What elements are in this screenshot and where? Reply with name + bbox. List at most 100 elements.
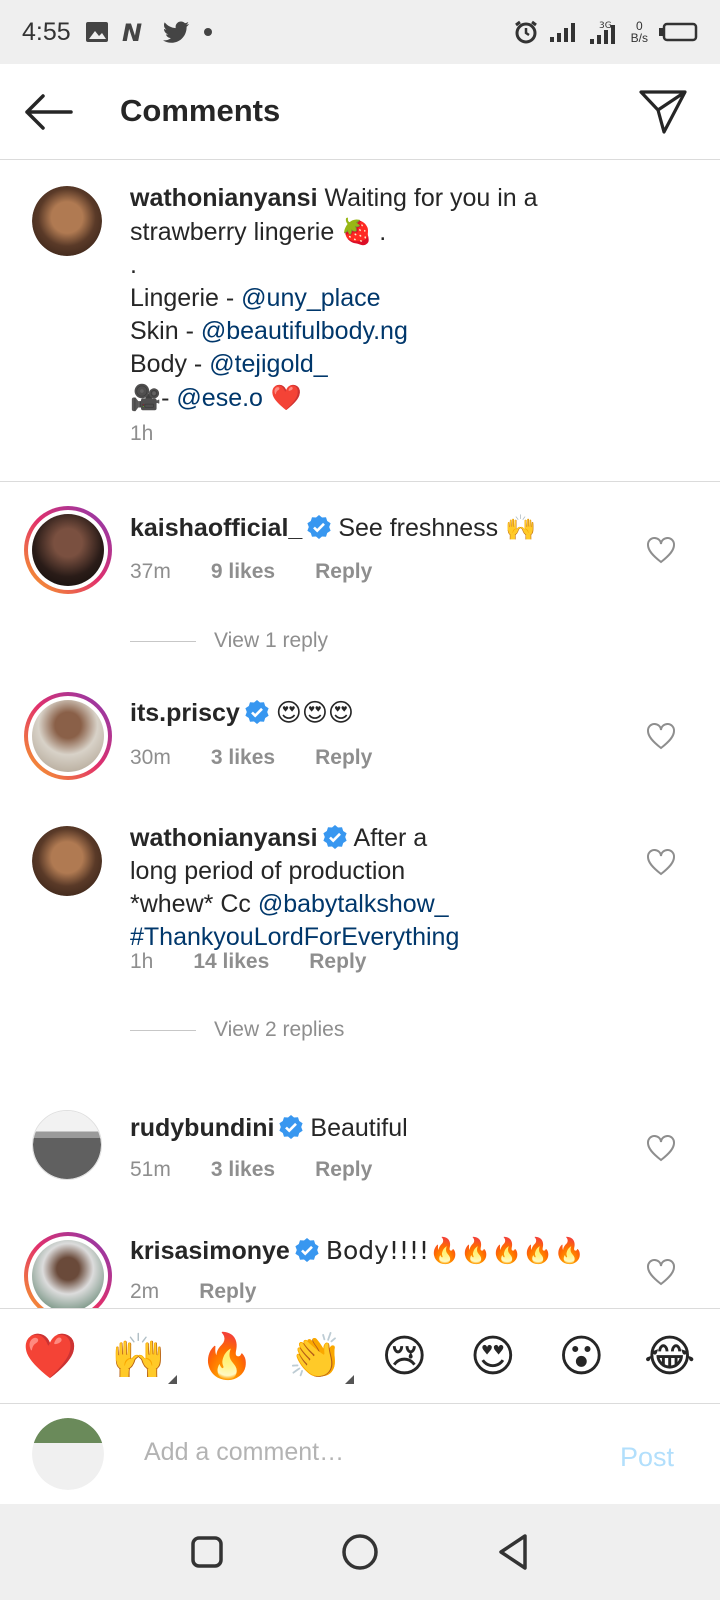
heart-icon[interactable] [646,848,676,876]
avatar-story-ring[interactable] [24,1232,112,1308]
system-nav-bar [0,1504,720,1600]
view-replies-label: View 1 reply [214,629,329,652]
comment-time: 30m [130,746,171,769]
comment-username[interactable]: krisasimonye [130,1237,290,1265]
avatar[interactable] [32,186,102,256]
heart-emoji-button[interactable]: ❤️ [18,1324,82,1388]
avatar-story-ring[interactable] [24,506,112,594]
caption-text: wathonianyansi Waiting for you in a stra… [130,182,600,415]
mention-link[interactable]: @beautifulbody.ng [201,317,408,345]
home-circle-icon [342,1534,378,1570]
share-button[interactable] [636,86,690,138]
net-speed-unit: B/s [630,31,648,45]
comment-item: its.priscy 😍😍😍 30m 3 likes Reply [0,668,720,798]
hashtag-link[interactable]: #ThankyouLordForEverything [130,923,459,951]
verified-badge-icon [307,515,331,539]
caption-after: . [372,218,387,246]
variant-indicator [167,1375,177,1384]
comment-likes[interactable]: 3 likes [211,1158,275,1182]
view-replies-button[interactable]: View 2 replies [130,1018,344,1042]
comment-text: kaishaofficial_ See freshness 🙌 [130,512,630,545]
back-button[interactable] [22,90,74,134]
avatar [32,1240,104,1308]
battery-icon [658,22,698,42]
signal-icon [549,21,579,43]
top-bar: Comments [0,64,720,160]
status-bar: 4:55 N 3G 0 B/s [0,0,720,64]
home-button[interactable] [335,1527,385,1577]
reply-button[interactable]: Reply [315,1158,372,1182]
caption-username[interactable]: wathonianyansi [130,184,318,212]
avatar [32,514,104,586]
system-back-button[interactable] [488,1527,538,1577]
comment-item: wathonianyansi After a long period of pro… [0,800,720,1070]
signal-3g-icon: 3G [589,19,621,45]
comment-username[interactable]: wathonianyansi [130,824,318,852]
avatar[interactable] [32,1110,102,1180]
fire-emoji-button[interactable]: 🔥 [195,1324,259,1388]
surprised-emoji-button[interactable]: 😮 [549,1324,613,1388]
crying-emoji-button[interactable]: 😢 [372,1324,436,1388]
comment-time: 51m [130,1158,171,1181]
mention-link[interactable]: @babytalkshow_ [258,890,449,918]
comment-meta: 2m Reply [130,1280,256,1304]
comment-username[interactable]: rudybundini [130,1114,274,1142]
comment-text: wathonianyansi After a long period of pro… [130,822,630,954]
heart-icon[interactable] [646,536,676,564]
comment-time: 1h [130,950,154,973]
view-replies-label: View 2 replies [214,1018,345,1041]
laughing-emoji-button[interactable]: 😂 [638,1324,702,1388]
comment-body-line: After a [353,824,428,852]
image-icon [85,21,109,43]
comment-composer: Post [0,1404,720,1504]
mention-link[interactable]: @tejigold_ [209,350,328,378]
comment-item: krisasimonye Body!!!!🔥🔥🔥🔥🔥 2m Reply [0,1214,720,1308]
comment-username[interactable]: its.priscy [130,699,240,727]
post-button[interactable]: Post [620,1442,674,1473]
comment-meta: 51m 3 likes Reply [130,1158,372,1182]
comment-likes[interactable]: 3 likes [211,746,275,770]
view-replies-line [130,640,196,642]
comment-meta: 37m 9 likes Reply [130,560,372,584]
mention-link[interactable]: @ese.o [176,384,263,412]
verified-badge-icon [245,700,269,724]
comment-time: 2m [130,1280,160,1303]
reply-button[interactable]: Reply [315,560,372,584]
view-replies-button[interactable]: View 1 reply [130,629,328,653]
alarm-icon [513,19,539,45]
raised-hands-emoji: 🙌 [111,1331,167,1382]
comment-time: 37m [130,560,171,583]
comment-input[interactable] [144,1438,584,1467]
verified-badge-icon [295,1238,319,1262]
net-speed: 0 B/s [631,20,648,44]
comment-username[interactable]: kaishaofficial_ [130,514,302,542]
avatar-story-ring[interactable] [24,692,112,780]
heart-icon[interactable] [646,1134,676,1162]
post-caption: wathonianyansi Waiting for you in a stra… [0,160,720,482]
reply-button[interactable]: Reply [199,1280,256,1304]
verified-badge-icon [322,825,347,849]
heart-icon[interactable] [646,1258,676,1286]
status-notification-icons: N [85,20,213,44]
mention-link[interactable]: @uny_place [241,284,380,312]
heart-icon[interactable] [646,722,676,750]
raised-hands-emoji-button[interactable]: 🙌 [107,1324,177,1388]
heart-eyes-emoji-button[interactable]: 😍 [461,1324,525,1388]
svg-text:N: N [122,20,142,44]
arrow-left-icon [25,94,73,130]
credit-label: - [161,384,177,412]
clapping-emoji-button[interactable]: 👏 [284,1324,354,1388]
reply-button[interactable]: Reply [315,746,372,770]
comment-body-line: *whew* Cc [130,890,258,918]
comment-text: rudybundini Beautiful [130,1112,630,1145]
reply-button[interactable]: Reply [309,950,366,974]
page-title: Comments [120,93,281,128]
comment-text: krisasimonye Body!!!!🔥🔥🔥🔥🔥 [130,1234,630,1268]
recents-button[interactable] [182,1527,232,1577]
credit-label: Skin - [130,317,201,345]
comment-likes[interactable]: 14 likes [193,950,269,974]
clapping-emoji: 👏 [288,1331,344,1382]
comment-likes[interactable]: 9 likes [211,560,275,584]
avatar[interactable] [32,826,102,896]
comment-body: Body!!!!🔥🔥🔥🔥🔥 [325,1236,585,1265]
